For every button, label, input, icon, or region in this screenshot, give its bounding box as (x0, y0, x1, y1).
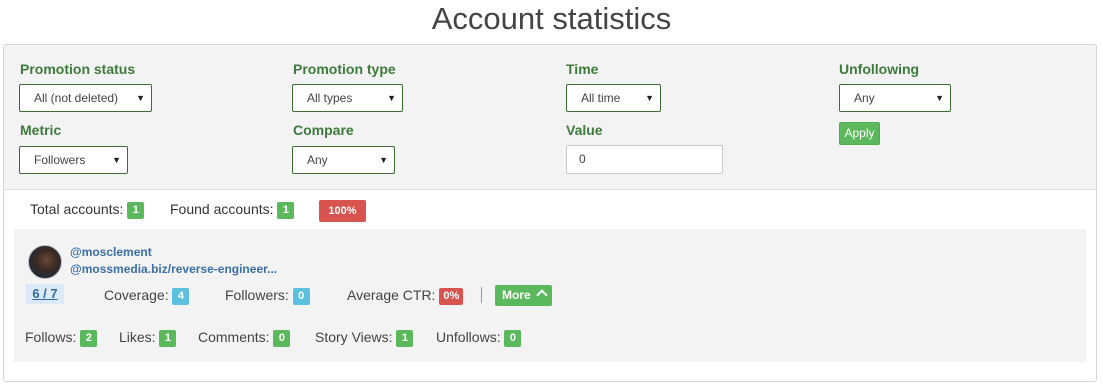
caret-down-icon: ▼ (645, 93, 654, 103)
compare-select[interactable]: Any ▼ (292, 146, 395, 174)
promotion-status-label: Promotion status (20, 61, 136, 77)
compare-value: Any (307, 153, 328, 167)
followers-badge: 0 (292, 287, 310, 305)
caret-down-icon: ▼ (935, 93, 944, 103)
comments-stat: Comments: 0 (198, 329, 291, 347)
statistics-panel: Promotion status All (not deleted) ▼ Pro… (3, 44, 1097, 382)
coverage-stat: Coverage: 4 (104, 287, 190, 305)
found-accounts: Found accounts: 1 (170, 201, 295, 219)
promotion-status-select[interactable]: All (not deleted) ▼ (19, 84, 152, 112)
time-value: All time (581, 91, 621, 105)
unfollowing-select[interactable]: Any ▼ (839, 84, 951, 112)
average-ctr-badge: 0% (439, 287, 464, 305)
caret-down-icon: ▼ (112, 155, 121, 165)
story-views-badge: 1 (396, 329, 414, 347)
value-label: Value (566, 122, 603, 138)
more-label: More (502, 288, 531, 302)
comments-badge: 0 (273, 329, 291, 347)
coverage-badge: 4 (172, 287, 190, 305)
average-ctr-stat: Average CTR: 0% (347, 287, 464, 305)
comments-label: Comments: (198, 329, 270, 345)
page-title: Account statistics (431, 1, 672, 36)
metric-label: Metric (20, 122, 62, 138)
follows-badge: 2 (80, 329, 98, 347)
caret-down-icon: ▼ (387, 93, 396, 103)
total-accounts: Total accounts: 1 (30, 201, 145, 219)
time-select[interactable]: All time ▼ (566, 84, 661, 112)
chevron-up-icon (536, 289, 548, 301)
promotion-type-label: Promotion type (293, 61, 396, 77)
unfollows-badge: 0 (504, 329, 522, 347)
compare-label: Compare (293, 122, 354, 138)
unfollows-label: Unfollows: (436, 329, 501, 345)
found-accounts-label: Found accounts: (170, 201, 274, 217)
coverage-label: Coverage: (104, 287, 169, 303)
promotion-type-value: All types (307, 91, 353, 105)
caret-down-icon: ▼ (136, 93, 145, 103)
account-card: @mosclement @mossmedia.biz/reverse-engin… (14, 229, 1086, 362)
promotion-type-select[interactable]: All types ▼ (292, 84, 403, 112)
unfollowing-label: Unfollowing (839, 61, 920, 77)
apply-button[interactable]: Apply (839, 122, 880, 145)
total-accounts-label: Total accounts: (30, 201, 124, 217)
account-link[interactable]: @mossmedia.biz/reverse-engineer... (70, 262, 277, 276)
metric-select[interactable]: Followers ▼ (19, 146, 128, 174)
avatar[interactable] (28, 245, 62, 279)
filters-section: Promotion status All (not deleted) ▼ Pro… (4, 45, 1096, 190)
more-button[interactable]: More (495, 285, 552, 306)
account-username[interactable]: @mosclement (70, 245, 152, 259)
followers-label: Followers: (225, 287, 289, 303)
follows-stat: Follows: 2 (25, 329, 98, 347)
ratio-link[interactable]: 6 / 7 (26, 284, 64, 304)
value-input[interactable]: 0 (566, 145, 723, 174)
found-percent-badge: 100% (319, 200, 366, 222)
unfollows-stat: Unfollows: 0 (436, 329, 522, 347)
found-accounts-badge: 1 (277, 201, 295, 219)
followers-stat: Followers: 0 (225, 287, 310, 305)
likes-stat: Likes: 1 (119, 329, 177, 347)
likes-label: Likes: (119, 329, 156, 345)
story-views-stat: Story Views: 1 (315, 329, 414, 347)
average-ctr-label: Average CTR: (347, 287, 436, 303)
unfollowing-value: Any (854, 91, 875, 105)
metric-value: Followers (34, 153, 86, 167)
story-views-label: Story Views: (315, 329, 393, 345)
divider (481, 287, 482, 303)
caret-down-icon: ▼ (379, 155, 388, 165)
total-accounts-badge: 1 (127, 201, 145, 219)
time-label: Time (566, 61, 599, 77)
follows-label: Follows: (25, 329, 77, 345)
likes-badge: 1 (159, 329, 177, 347)
promotion-status-value: All (not deleted) (34, 91, 119, 105)
